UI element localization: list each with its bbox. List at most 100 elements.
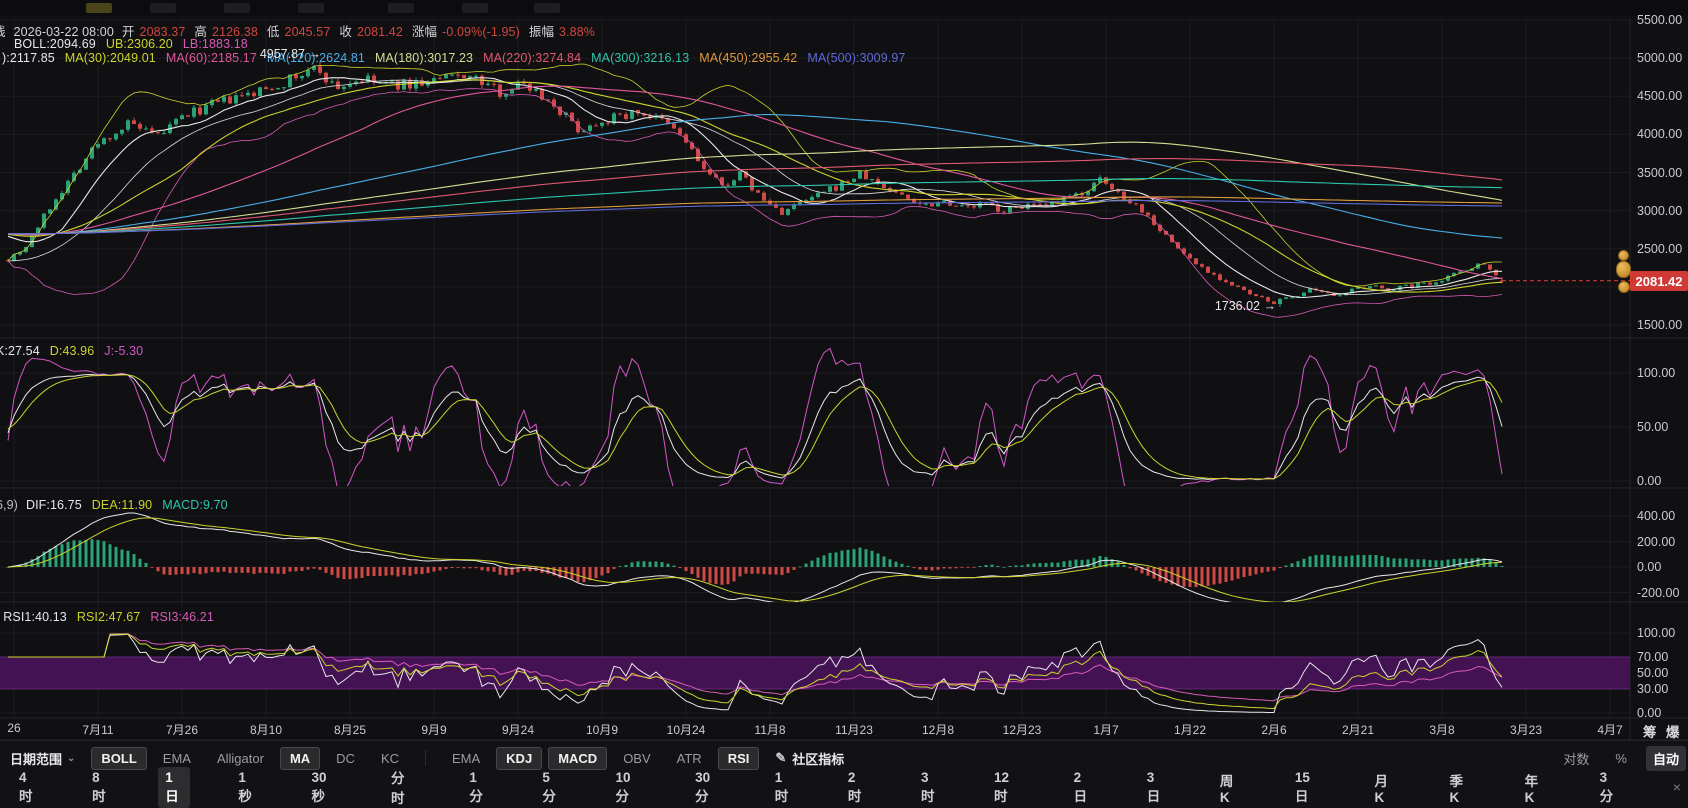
timeframe-分时[interactable]: 分时	[384, 764, 421, 808]
community-indicators-button[interactable]: ✎ 社区指标	[775, 749, 844, 768]
ma-readout: MA(450):2955.42	[699, 51, 797, 65]
timeframe-10分[interactable]: 10分	[609, 767, 648, 808]
price-axis-label: 1500.00	[1637, 318, 1682, 332]
price-axis-label: 3500.00	[1637, 166, 1682, 180]
timeframe-3日[interactable]: 3日	[1140, 767, 1172, 808]
chevron-down-icon: ⌄	[67, 753, 75, 764]
timeframe-季K[interactable]: 季K	[1443, 767, 1477, 808]
rsi-axis-label: 70.00	[1637, 650, 1668, 664]
cut-toolbar-icon	[150, 3, 176, 13]
macd-readout: MACD:9.70	[162, 498, 228, 512]
price-axis-label: 2500.00	[1637, 242, 1682, 256]
rsi-axis-label: 50.00	[1637, 666, 1668, 680]
date-range-button[interactable]: 日期范围 ⌄	[10, 749, 75, 768]
rsi-axis-label: 100.00	[1637, 626, 1675, 640]
timeframe-周K[interactable]: 周K	[1213, 767, 1247, 808]
macd-readout: DEA:11.90	[92, 498, 152, 512]
time-axis-label: 2月21	[1342, 721, 1374, 738]
price-axis-label: 5000.00	[1637, 51, 1682, 65]
marker-coin-icon[interactable]	[1618, 250, 1629, 261]
timeframe-8时[interactable]: 8时	[85, 767, 117, 808]
rsi-readout-row: )RSI1:40.13RSI2:47.67RSI3:46.21	[0, 610, 232, 624]
chart-canvas[interactable]	[0, 0, 1688, 808]
time-axis-label: 7月26	[166, 721, 198, 738]
kdj-axis-label: 100.00	[1637, 366, 1675, 380]
macd-axis-label: -200.00	[1637, 586, 1679, 600]
marker-coin-icon[interactable]	[1618, 281, 1630, 293]
time-axis-label: 9月9	[421, 721, 446, 738]
timeframe-12时[interactable]: 12时	[987, 767, 1026, 808]
timeframe-15日[interactable]: 15日	[1288, 767, 1327, 808]
ohlc-field-value: 2045.57	[285, 25, 331, 39]
timeframe-年K[interactable]: 年K	[1518, 767, 1552, 808]
time-axis-label: 8月25	[334, 721, 366, 738]
timeframe-3分[interactable]: 3分	[1593, 767, 1625, 808]
time-axis-label: 8月10	[250, 721, 282, 738]
macd-axis-label: 400.00	[1637, 509, 1675, 523]
kdj-axis-label: 50.00	[1637, 420, 1668, 434]
time-axis-label: 10月9	[586, 721, 618, 738]
ohlc-field-label: 收	[339, 25, 352, 39]
scale-button-%[interactable]: %	[1608, 748, 1634, 769]
time-axis-label: 1月7	[1093, 721, 1118, 738]
trading-chart-screen: 线2026-03-22 08:00开2083.37高2126.38低2045.5…	[0, 0, 1688, 808]
ma-readout: MA(300):3216.13	[591, 51, 689, 65]
kdj-readout: D:43.96	[50, 344, 94, 358]
timeframe-3时[interactable]: 3时	[914, 767, 946, 808]
cut-toolbar-icon	[534, 3, 560, 13]
community-edit-icon: ✎	[775, 750, 786, 766]
rsi-readout: RSI1:40.13	[3, 610, 67, 624]
time-axis-label: 7月11	[82, 721, 113, 738]
sub-indicator-kdj[interactable]: KDJ	[496, 747, 542, 770]
timeframe-5分[interactable]: 5分	[535, 767, 567, 808]
timeframe-30分[interactable]: 30分	[688, 767, 727, 808]
time-axis-label: 1月22	[1174, 721, 1206, 738]
macd-axis-label: 0.00	[1637, 560, 1661, 574]
community-indicators-label: 社区指标	[792, 749, 844, 768]
scale-button-对数[interactable]: 对数	[1556, 746, 1596, 771]
ma-readout: MA(180):3017.23	[375, 51, 473, 65]
macd-readout-row: 6,9)DIF:16.75DEA:11.90MACD:9.70	[0, 498, 246, 512]
timeframe-1时[interactable]: 1时	[768, 767, 800, 808]
macd-params-cut: 6,9)	[0, 498, 18, 512]
ma-readout: MA(30):2049.01	[65, 51, 156, 65]
timeframe-2日[interactable]: 2日	[1067, 767, 1099, 808]
timeframe-月K[interactable]: 月K	[1368, 767, 1402, 808]
rsi-axis-label: 0.00	[1637, 706, 1661, 720]
timeframe-1日[interactable]: 1日	[158, 767, 190, 808]
rsi-readout: RSI3:46.21	[150, 610, 214, 624]
ohlc-field-value: 2081.42	[357, 25, 403, 39]
ma-readout: MA(500):3009.97	[807, 51, 905, 65]
timeframe-2时[interactable]: 2时	[841, 767, 873, 808]
timeframe-1分[interactable]: 1分	[462, 767, 494, 808]
pair-name-cut: 线	[0, 25, 6, 39]
timeframe-close-icon[interactable]: ×	[1666, 776, 1688, 798]
ma-readout: ):2117.85	[2, 51, 55, 65]
side-tool-liquidation[interactable]: 爆	[1666, 721, 1680, 741]
time-axis-label: 11月8	[754, 721, 785, 738]
boll-readout: UB:2306.20	[106, 37, 173, 51]
price-axis-label: 3000.00	[1637, 204, 1682, 218]
marker-coin-icon[interactable]	[1616, 261, 1631, 278]
kdj-readout-row: K:27.54D:43.96J:-5.30	[0, 344, 153, 358]
timeframe-4时[interactable]: 4时	[12, 767, 44, 808]
timeframe-30秒[interactable]: 30秒	[304, 767, 343, 808]
high-price-annotation: 4957.87 →	[225, 47, 321, 61]
ohlc-field-label: 振幅	[529, 25, 554, 39]
scale-button-自动[interactable]: 自动	[1646, 746, 1686, 771]
time-axis-label: 2月6	[1261, 721, 1286, 738]
ma-readout-row: ):2117.85MA(30):2049.01MA(60):2185.17MA(…	[2, 51, 915, 65]
side-tool-chips[interactable]: 筹	[1643, 721, 1657, 741]
kdj-axis-label: 0.00	[1637, 474, 1661, 488]
current-price-badge: 2081.42	[1630, 271, 1688, 291]
ohlc-field-value: -0.09%(-1.95)	[442, 25, 520, 39]
date-range-label: 日期范围	[10, 749, 62, 768]
timeframe-1秒[interactable]: 1秒	[231, 767, 263, 808]
time-axis-label: 3月8	[1429, 721, 1454, 738]
cut-toolbar-icon	[86, 3, 112, 13]
ohlc-field-value: 3.88%	[559, 25, 595, 39]
time-axis-label: 3月23	[1510, 721, 1542, 738]
rsi-readout: RSI2:47.67	[77, 610, 141, 624]
ohlc-field-label: 涨幅	[412, 25, 437, 39]
price-axis-label: 4500.00	[1637, 89, 1682, 103]
